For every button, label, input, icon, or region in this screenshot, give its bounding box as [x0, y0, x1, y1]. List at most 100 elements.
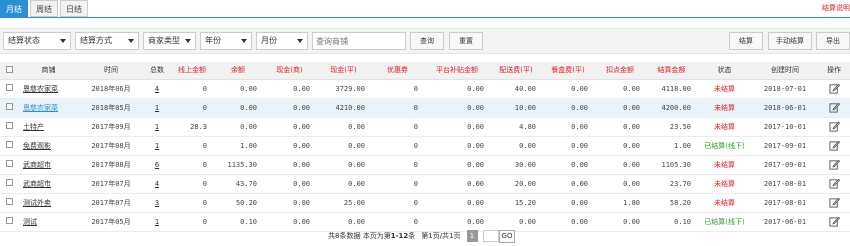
- row-checkbox[interactable]: [5, 160, 13, 167]
- subsidy-cell: 0.00: [424, 117, 490, 137]
- online-amount-cell: 0: [171, 79, 213, 99]
- year-label: 年份: [205, 36, 221, 45]
- settlement-help-link[interactable]: 结算说明: [822, 3, 850, 13]
- coupon-cell: 0: [371, 98, 424, 118]
- delivery-fee-cell: 0.00: [490, 136, 542, 156]
- deduction-cell: 1.80: [594, 193, 646, 213]
- col-status: 状态: [697, 62, 752, 80]
- reset-button[interactable]: 重置: [449, 32, 483, 50]
- actions-cell: [818, 98, 850, 118]
- row-checkbox[interactable]: [5, 141, 13, 148]
- col-coupon: 优惠券: [371, 62, 424, 80]
- edit-icon[interactable]: [828, 159, 840, 170]
- settle-amount-cell: 1105.30: [646, 155, 697, 175]
- edit-icon[interactable]: [828, 216, 840, 227]
- range-text: 1-12: [390, 232, 409, 240]
- edit-icon[interactable]: [828, 197, 840, 208]
- count-link[interactable]: 4: [143, 174, 171, 194]
- col-created: 创建时间: [752, 62, 818, 80]
- shop-link[interactable]: 恩慈农家菜: [18, 79, 79, 99]
- count-link[interactable]: 1: [143, 212, 171, 232]
- col-cash-merchant: 现金(商): [263, 62, 316, 80]
- row-checkbox[interactable]: [5, 122, 13, 129]
- actions-cell: [818, 193, 850, 213]
- shop-link[interactable]: 免费观影: [18, 136, 79, 156]
- page-prefix: 第: [421, 232, 429, 240]
- delivery-fee-cell: 4.80: [490, 117, 542, 137]
- cash-platform-cell: 0.00: [316, 174, 371, 194]
- range-suffix: 条: [408, 232, 416, 240]
- subsidy-cell: 0.00: [424, 98, 490, 118]
- tab-daily[interactable]: 日结: [60, 0, 88, 17]
- cash-merchant-cell: 0.00: [263, 136, 316, 156]
- settle-button[interactable]: 结算: [729, 32, 763, 50]
- count-link[interactable]: 6: [143, 155, 171, 175]
- created-date-cell: 2017-09-01: [752, 136, 818, 156]
- query-button[interactable]: 查询: [410, 32, 444, 50]
- time-cell: 2018年05月: [79, 98, 143, 118]
- count-link[interactable]: 4: [143, 79, 171, 99]
- tab-weekly[interactable]: 周结: [30, 0, 58, 17]
- created-date-cell: 2017-08-01: [752, 193, 818, 213]
- shop-link[interactable]: 武商超市: [18, 174, 79, 194]
- select-all-checkbox[interactable]: [5, 65, 13, 73]
- count-link[interactable]: 3: [143, 193, 171, 213]
- edit-icon[interactable]: [828, 83, 840, 94]
- settlement-table: 商铺 时间 总数 线上金额 余额 现金(商) 现金(平) 优惠券 平台补贴金额 …: [0, 62, 850, 232]
- shop-link[interactable]: 测试: [18, 212, 79, 232]
- shop-search-input[interactable]: [312, 32, 406, 50]
- col-balance: 余额: [213, 62, 263, 80]
- table-row: 武商超市 2017年08月 6 0 1135.30 0.00 0.00 0 0.…: [0, 155, 850, 175]
- cash-platform-cell: 0.00: [316, 117, 371, 137]
- year-select[interactable]: 年份: [200, 32, 252, 50]
- cash-merchant-cell: 0.00: [263, 155, 316, 175]
- shop-link[interactable]: 土特产: [18, 117, 79, 137]
- tab-monthly[interactable]: 月结: [0, 0, 28, 17]
- col-settle-amount: 结算金额: [646, 62, 697, 80]
- deduction-cell: 0.00: [594, 117, 646, 137]
- row-select-cell: [0, 193, 18, 213]
- edit-icon[interactable]: [828, 140, 840, 151]
- count-link[interactable]: 1: [143, 136, 171, 156]
- delivery-fee-cell: 40.00: [490, 79, 542, 99]
- count-link[interactable]: 1: [143, 117, 171, 137]
- row-checkbox[interactable]: [5, 103, 13, 110]
- actions-cell: [818, 174, 850, 194]
- month-select[interactable]: 月份: [256, 32, 308, 50]
- settle-status-select[interactable]: 结算状态: [3, 32, 71, 50]
- status-badge: 未结算: [697, 174, 752, 194]
- row-select-cell: [0, 212, 18, 232]
- table-row: 恩慈农家菜 2018年05月 1 0 0.00 0.00 4210.00 0 0…: [0, 98, 850, 118]
- export-button[interactable]: 导出: [816, 32, 850, 50]
- deduction-cell: 0.00: [594, 79, 646, 99]
- online-amount-cell: 28.3: [171, 117, 213, 137]
- page-jump-input[interactable]: [482, 230, 499, 242]
- count-link[interactable]: 1: [143, 98, 171, 118]
- settle-amount-cell: 58.20: [646, 193, 697, 213]
- edit-icon[interactable]: [828, 102, 840, 113]
- created-date-cell: 2017-08-01: [752, 174, 818, 194]
- shop-link[interactable]: 武商超市: [18, 155, 79, 175]
- row-checkbox[interactable]: [5, 198, 13, 205]
- row-checkbox[interactable]: [5, 179, 13, 186]
- merchant-type-select[interactable]: 商家类型: [143, 32, 196, 50]
- coupon-cell: 0: [371, 79, 424, 99]
- cash-merchant-cell: 0.00: [263, 174, 316, 194]
- row-checkbox[interactable]: [5, 217, 13, 224]
- settle-method-select[interactable]: 结算方式: [75, 32, 139, 50]
- tab-underline: [0, 17, 850, 18]
- edit-icon[interactable]: [828, 121, 840, 132]
- go-button[interactable]: GO: [498, 229, 516, 243]
- chevron-down-icon: [185, 39, 191, 43]
- edit-icon[interactable]: [828, 178, 840, 189]
- box-fee-cell: 0.00: [542, 117, 594, 137]
- manual-settle-button[interactable]: 手动结算: [768, 32, 812, 50]
- shop-link[interactable]: 测试外卖: [18, 193, 79, 213]
- row-checkbox[interactable]: [5, 84, 13, 91]
- pagination: 共 8 条数据 本页为第 1-12 条 第 1 页/共 1 页 1 GO: [328, 229, 516, 243]
- current-page-button[interactable]: 1: [466, 230, 478, 242]
- table-row: 测试外卖 2017年07月 3 0 50.20 0.00 25.00 0 0.0…: [0, 193, 850, 213]
- shop-link[interactable]: 恩慈农家菜: [18, 98, 79, 118]
- coupon-cell: 0: [371, 174, 424, 194]
- status-badge: 未结算: [697, 155, 752, 175]
